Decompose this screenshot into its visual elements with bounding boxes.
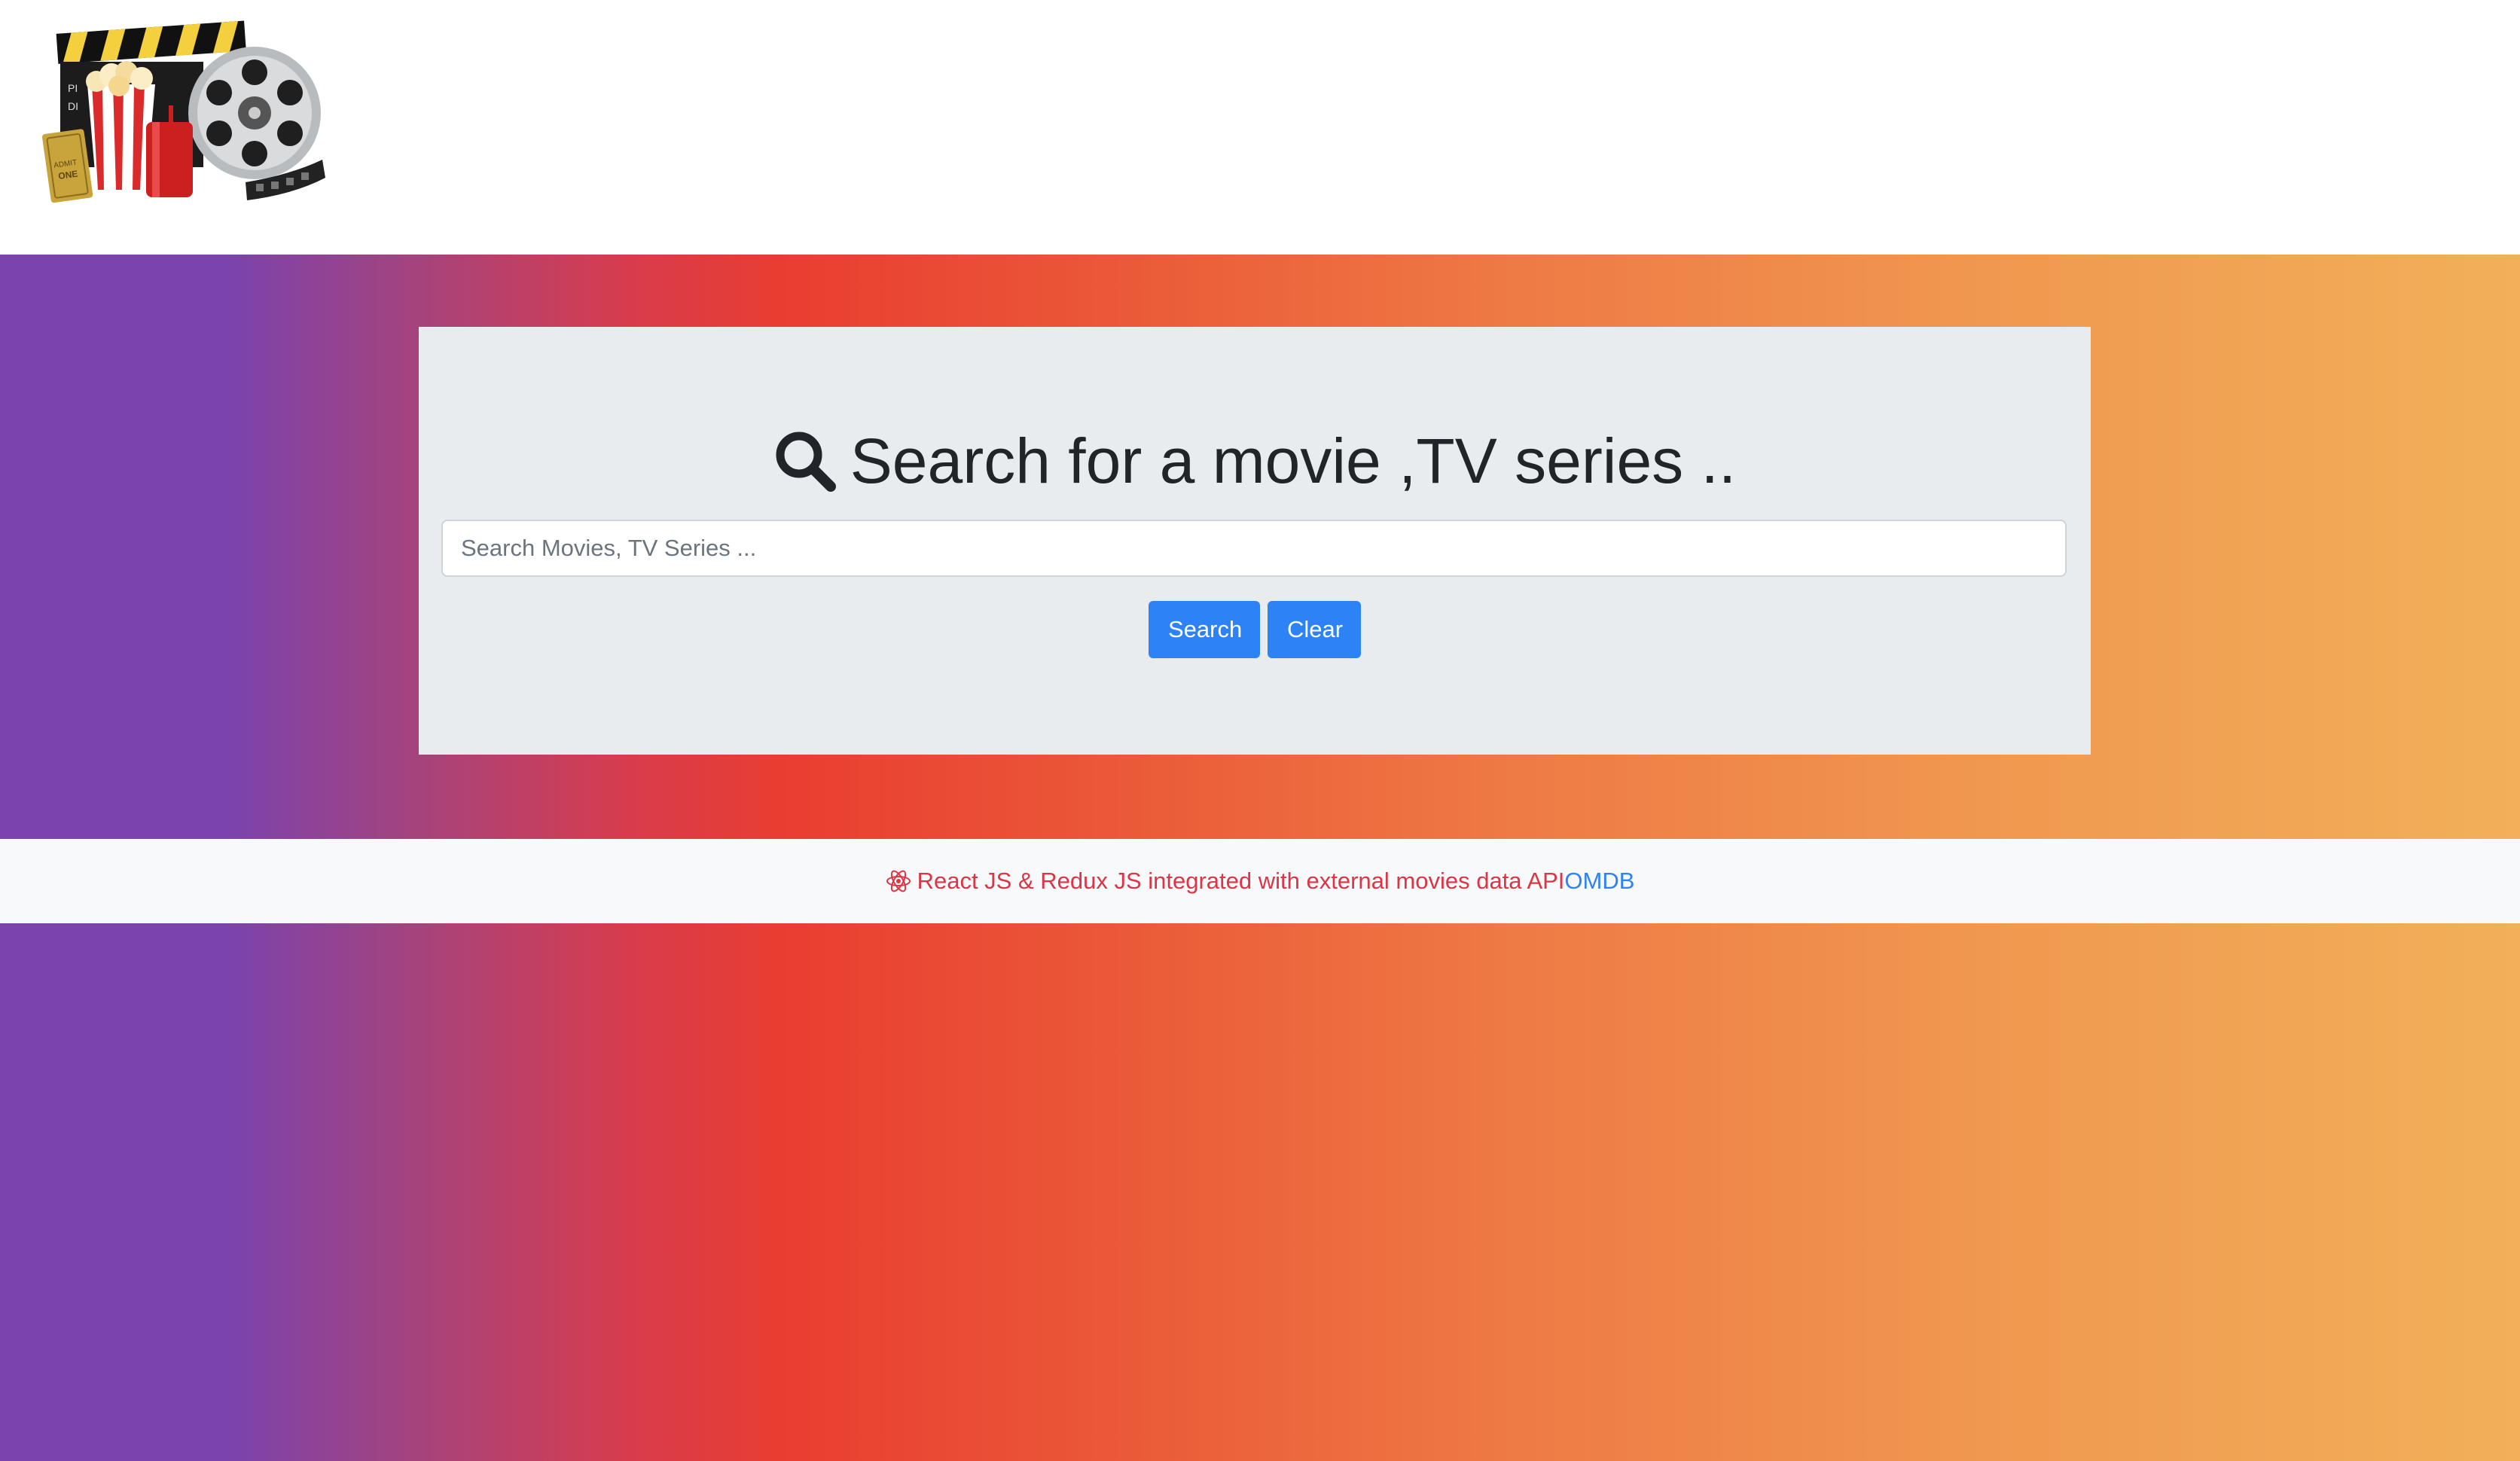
page-title: Search for a movie ,TV series .. xyxy=(419,416,2091,506)
page-title-text: Search for a movie ,TV series .. xyxy=(850,425,1737,496)
cinema-logo[interactable]: PI DI ADMIT ONE xyxy=(42,17,328,206)
search-button[interactable]: Search xyxy=(1149,601,1260,658)
header: PI DI ADMIT ONE xyxy=(0,0,2520,255)
search-actions: Search Clear xyxy=(419,601,2091,658)
clear-button[interactable]: Clear xyxy=(1268,601,1361,658)
search-icon xyxy=(776,432,836,492)
svg-text:DI: DI xyxy=(68,100,78,112)
svg-text:PI: PI xyxy=(68,82,78,94)
omdb-link[interactable]: OMDB xyxy=(1564,868,1634,895)
react-icon xyxy=(886,870,911,892)
search-panel: Search for a movie ,TV series .. Search … xyxy=(419,327,2091,755)
footer: React JS & Redux JS integrated with exte… xyxy=(0,839,2520,923)
search-input[interactable] xyxy=(441,520,2067,577)
footer-text: React JS & Redux JS integrated with exte… xyxy=(917,868,1565,894)
